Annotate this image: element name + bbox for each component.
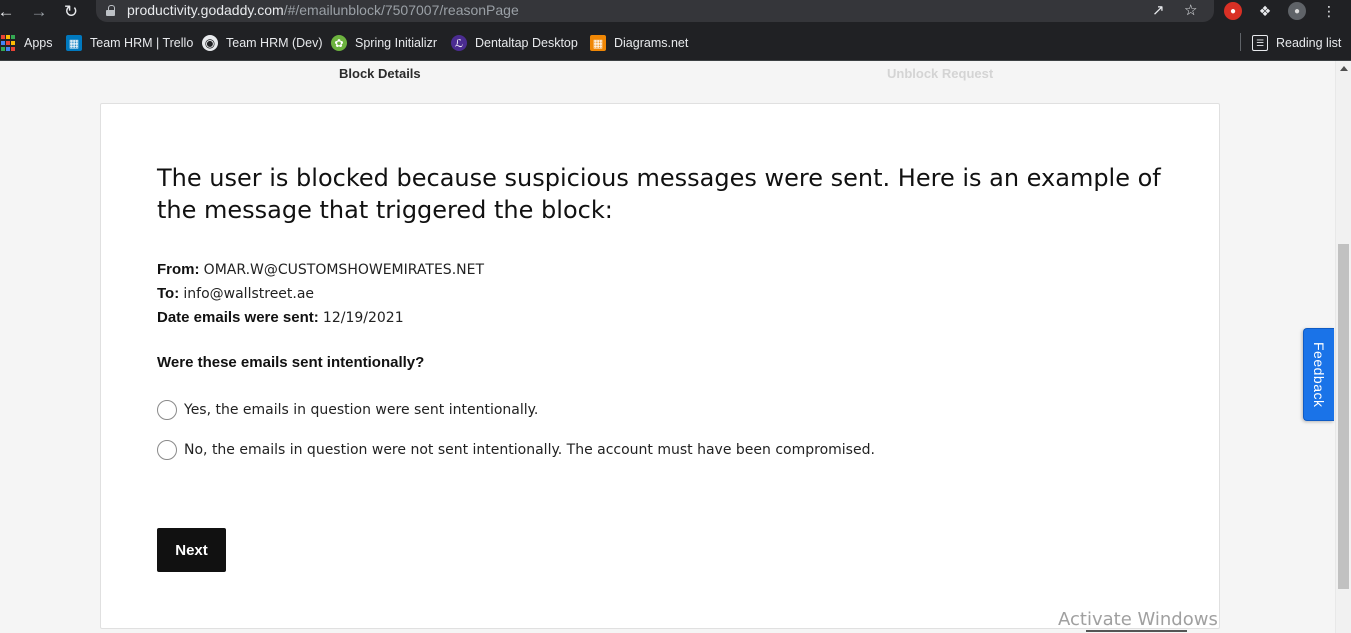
profile-avatar-icon[interactable]: ●	[1288, 2, 1306, 20]
date-value: 12/19/2021	[322, 310, 404, 326]
bookmark-team-hrm-dev[interactable]: ◉ Team HRM (Dev)	[202, 34, 323, 52]
bookmark-diagrams[interactable]: ▦ Diagrams.net	[590, 34, 688, 52]
radio-yes[interactable]	[157, 400, 177, 420]
bookmark-apps[interactable]: Apps	[0, 34, 53, 52]
scroll-up-arrow-icon[interactable]	[1340, 66, 1348, 71]
extensions-puzzle-icon[interactable]: ❖	[1256, 2, 1274, 20]
reload-icon[interactable]: ↻	[59, 0, 83, 24]
from-value: OMAR.W@CUSTOMSHOWEMIRATES.NET	[203, 262, 485, 278]
option-yes-label: Yes, the emails in question were sent in…	[184, 402, 539, 418]
dentaltap-icon: ℒ	[451, 35, 467, 51]
next-button[interactable]: Next	[157, 528, 226, 572]
to-value: info@wallstreet.ae	[183, 286, 315, 302]
bookmark-dentaltap[interactable]: ℒ Dentaltap Desktop	[451, 34, 578, 52]
bookmark-spring-initializr[interactable]: ✿ Spring Initializr	[331, 34, 437, 52]
lock-icon	[106, 5, 115, 16]
scroll-thumb[interactable]	[1338, 244, 1349, 589]
page-scrollbar[interactable]	[1335, 61, 1351, 633]
page-viewport: Block Details Unblock Request The user i…	[0, 61, 1335, 633]
spring-leaf-icon: ✿	[331, 35, 347, 51]
radio-no[interactable]	[157, 440, 177, 460]
reading-list-button[interactable]: ☰ Reading list	[1252, 34, 1341, 52]
globe-icon: ◉	[202, 35, 218, 51]
reading-list-icon: ☰	[1252, 35, 1268, 51]
bookmark-separator	[1240, 33, 1241, 51]
address-bar[interactable]: productivity.godaddy.com/#/emailunblock/…	[96, 0, 1214, 22]
feedback-tab[interactable]: Feedback	[1303, 328, 1334, 421]
bookmark-star-icon[interactable]: ☆	[1184, 1, 1197, 19]
taskbar-edge	[1086, 630, 1187, 632]
date-label: Date emails were sent:	[157, 309, 319, 326]
intent-question: Were these emails sent intentionally?	[157, 354, 425, 371]
from-label: From:	[157, 261, 200, 278]
to-label: To:	[157, 285, 180, 302]
apps-grid-icon	[0, 35, 16, 51]
browser-toolbar: ← → ↻ productivity.godaddy.com/#/emailun…	[0, 0, 1351, 24]
url-text[interactable]: productivity.godaddy.com/#/emailunblock/…	[127, 2, 519, 18]
back-arrow-icon[interactable]: ←	[0, 0, 18, 24]
date-row: Date emails were sent: 12/19/2021	[157, 306, 484, 330]
option-no-label: No, the emails in question were not sent…	[184, 442, 875, 458]
from-row: From: OMAR.W@CUSTOMSHOWEMIRATES.NET	[157, 258, 484, 282]
feedback-label: Feedback	[1311, 341, 1327, 408]
menu-kebab-icon[interactable]: ⋮	[1320, 2, 1338, 20]
forward-arrow-icon[interactable]: →	[27, 0, 51, 24]
extension-red-icon[interactable]: ●	[1224, 2, 1242, 20]
page-title: The user is blocked because suspicious m…	[157, 164, 1161, 224]
diagrams-icon: ▦	[590, 35, 606, 51]
share-icon[interactable]: ↗	[1152, 1, 1165, 19]
bookmarks-bar: Apps ▦ Team HRM | Trello ◉ Team HRM (Dev…	[0, 24, 1351, 61]
option-yes-intentional[interactable]: Yes, the emails in question were sent in…	[157, 400, 538, 420]
step-unblock-request: Unblock Request	[887, 66, 994, 81]
message-details: From: OMAR.W@CUSTOMSHOWEMIRATES.NET To: …	[157, 258, 484, 330]
to-row: To: info@wallstreet.ae	[157, 282, 484, 306]
step-block-details: Block Details	[339, 66, 421, 81]
option-no-compromised[interactable]: No, the emails in question were not sent…	[157, 440, 875, 460]
activate-windows-watermark: Activate Windows	[1058, 609, 1218, 630]
reason-card: The user is blocked because suspicious m…	[100, 103, 1220, 629]
trello-icon: ▦	[66, 35, 82, 51]
bookmark-trello[interactable]: ▦ Team HRM | Trello	[66, 34, 193, 52]
